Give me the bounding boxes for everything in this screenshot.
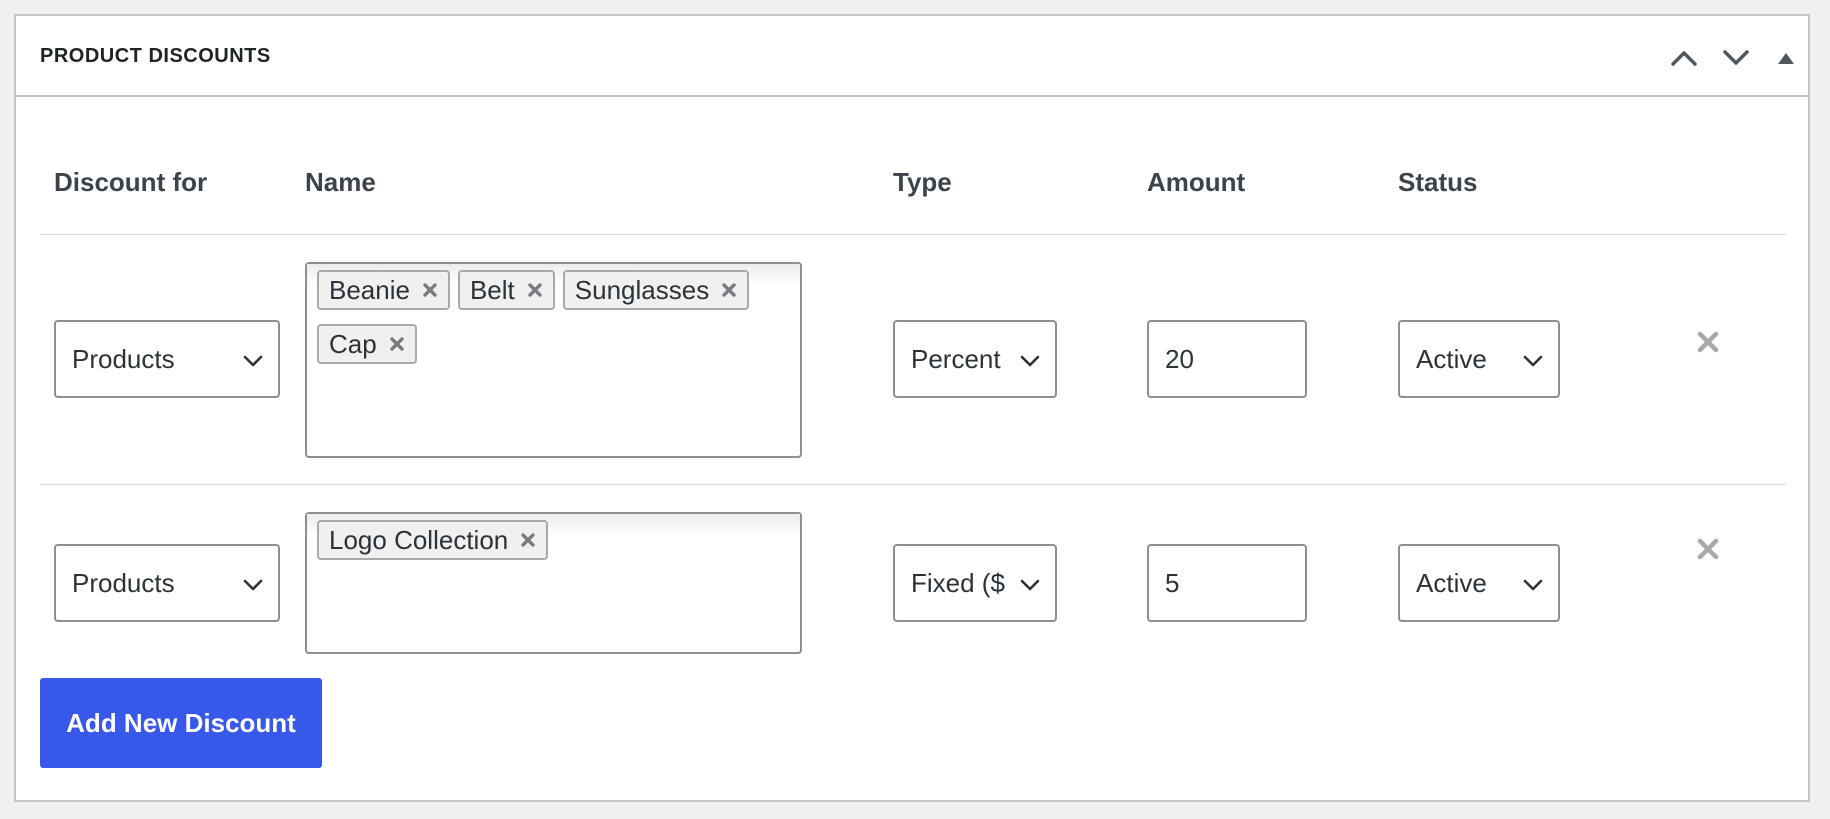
product-names-input[interactable]: Beanie Belt Sunglasses Cap: [305, 262, 802, 458]
close-icon: [1697, 538, 1719, 560]
add-new-discount-button[interactable]: Add New Discount: [40, 678, 322, 768]
column-header-type: Type: [893, 167, 952, 197]
product-tag: Beanie: [317, 270, 450, 310]
amount-input[interactable]: 20: [1147, 320, 1307, 398]
discount-type-value: Percent: [911, 344, 1001, 374]
discount-for-value: Products: [72, 344, 175, 374]
discount-for-select[interactable]: Products: [54, 320, 280, 398]
product-tag: Sunglasses: [562, 270, 750, 310]
discount-for-select[interactable]: Products: [54, 544, 280, 622]
chevron-down-icon: [242, 574, 264, 596]
discount-type-select[interactable]: Fixed ($: [893, 544, 1057, 622]
panel-header: PRODUCT DISCOUNTS: [16, 16, 1808, 97]
move-up-button[interactable]: [1664, 38, 1704, 78]
product-tag: Cap: [317, 324, 417, 364]
chevron-down-icon: [242, 350, 264, 372]
status-value: Active: [1416, 568, 1487, 598]
triangle-up-icon: [1778, 53, 1794, 64]
chevron-up-icon: [1671, 51, 1697, 66]
product-tag-label: Cap: [329, 328, 377, 359]
remove-tag-icon[interactable]: [527, 282, 543, 298]
discount-type-value: Fixed ($: [911, 568, 1005, 598]
move-down-button[interactable]: [1716, 38, 1756, 78]
product-tag: Belt: [457, 270, 555, 310]
column-header-status: Status: [1398, 167, 1478, 197]
amount-input[interactable]: 5: [1147, 544, 1307, 622]
product-tag: Logo Collection: [317, 520, 549, 560]
product-tag-label: Belt: [469, 274, 515, 305]
remove-tag-icon[interactable]: [389, 336, 405, 352]
discount-for-value: Products: [72, 568, 175, 598]
status-value: Active: [1416, 344, 1487, 374]
column-header-name: Name: [305, 167, 376, 197]
toggle-panel-button[interactable]: [1766, 38, 1806, 78]
product-tag-label: Beanie: [329, 274, 410, 305]
product-names-input[interactable]: Logo Collection: [305, 512, 802, 654]
table-row: Products Beanie Belt Sunglasses Cap Perc…: [40, 235, 1786, 485]
status-select[interactable]: Active: [1398, 544, 1560, 622]
status-select[interactable]: Active: [1398, 320, 1560, 398]
chevron-down-icon: [1522, 350, 1544, 372]
column-header-amount: Amount: [1147, 167, 1246, 197]
remove-tag-icon[interactable]: [721, 282, 737, 298]
product-tag-label: Logo Collection: [329, 524, 509, 555]
table-row: Products Logo Collection Fixed ($ 5 Acti…: [40, 485, 1786, 655]
chevron-down-icon: [1522, 574, 1544, 596]
close-icon: [1697, 331, 1719, 353]
remove-row-button[interactable]: [1692, 533, 1724, 565]
table-header: Discount for Name Type Amount Status: [40, 99, 1786, 235]
remove-tag-icon[interactable]: [422, 282, 438, 298]
chevron-down-icon: [1723, 50, 1749, 65]
remove-tag-icon[interactable]: [520, 532, 536, 548]
discount-type-select[interactable]: Percent: [893, 320, 1057, 398]
product-tag-label: Sunglasses: [574, 274, 710, 305]
chevron-down-icon: [1019, 350, 1041, 372]
remove-row-button[interactable]: [1692, 326, 1724, 358]
product-discounts-panel: PRODUCT DISCOUNTS Discount for Name Type…: [14, 14, 1810, 802]
chevron-down-icon: [1019, 574, 1041, 596]
panel-title: PRODUCT DISCOUNTS: [40, 45, 271, 67]
column-header-discount-for: Discount for: [54, 167, 208, 197]
